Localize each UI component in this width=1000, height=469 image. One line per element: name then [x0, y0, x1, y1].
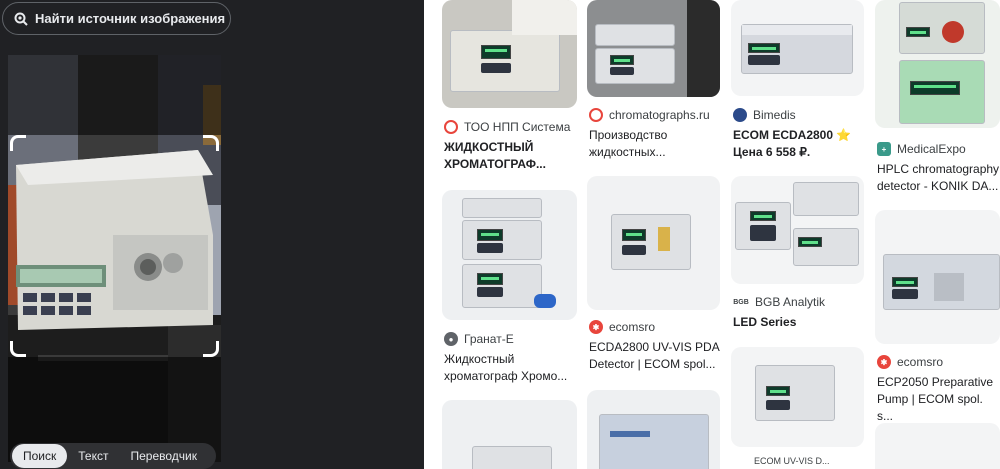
results-grid: ТОО НПП Система ЖИДКОСТНЫЙ ХРОМАТОГРАФ..… [424, 0, 1000, 469]
result-source-11-partial: ECOM UV-VIS D... [754, 456, 830, 466]
result-source-label: chromatographs.ru [609, 108, 710, 122]
result-source-5[interactable]: ● Гранат-Е [444, 332, 514, 346]
result-image-3[interactable] [731, 0, 864, 96]
result-source-4[interactable]: + MedicalExpo [877, 142, 966, 156]
result-image-6[interactable] [587, 176, 720, 310]
result-source-label: BGB Analytik [755, 295, 826, 309]
ecom-logo-icon: ✱ [877, 355, 891, 369]
favicon-hexagon-icon [444, 120, 458, 134]
result-image-1[interactable] [442, 0, 577, 108]
favicon-bimedis-icon [733, 108, 747, 122]
crop-handle-top-left[interactable] [10, 135, 26, 151]
result-title-6[interactable]: ECDA2800 UV-VIS PDA Detector | ECOM spol… [589, 339, 724, 373]
result-title-2[interactable]: Производство жидкостных... [589, 127, 724, 161]
result-title-5[interactable]: Жидкостный хроматограф Хромо... [444, 351, 579, 385]
result-source-1[interactable]: ТОО НПП Система [444, 120, 570, 134]
tab-translate[interactable]: Переводчик [119, 444, 208, 468]
result-source-3[interactable]: Bimedis [733, 108, 796, 122]
result-image-2[interactable] [587, 0, 720, 97]
crop-handle-top-right[interactable] [203, 135, 219, 151]
result-source-label: ecomsro [609, 320, 656, 334]
result-source-label: MedicalExpo [897, 142, 966, 156]
find-image-source-button[interactable]: Найти источник изображения [2, 2, 231, 35]
result-source-7[interactable]: BGB BGB Analytik [733, 295, 825, 309]
result-title-1[interactable]: ЖИДКОСТНЫЙ ХРОМАТОГРАФ... [444, 139, 579, 173]
find-image-source-label: Найти источник изображения [35, 11, 226, 26]
result-source-label: Гранат-Е [464, 332, 514, 346]
result-image-10[interactable] [587, 390, 720, 469]
lens-panel: Найти источник изображения Поиск Текст П… [0, 0, 424, 469]
result-source-8[interactable]: ✱ ecomsro [877, 355, 943, 369]
result-title-8[interactable]: ECP2050 Preparative Pump | ECOM spol. s.… [877, 374, 1000, 425]
result-title-3[interactable]: ECOM ECDA2800 ⭐ Цена 6 558 ₽. [733, 127, 858, 161]
result-source-label: Bimedis [753, 108, 796, 122]
result-title-4[interactable]: HPLC chromatography detector - KONIK DA.… [877, 161, 1000, 195]
crop-handle-bottom-right[interactable] [203, 341, 219, 357]
result-image-4[interactable] [875, 0, 1000, 128]
tab-text[interactable]: Текст [67, 444, 119, 468]
result-source-label: ecomsro [897, 355, 944, 369]
result-image-8[interactable] [875, 210, 1000, 344]
result-title-7[interactable]: LED Series [733, 314, 868, 331]
crop-handle-bottom-left[interactable] [10, 341, 26, 357]
result-image-12[interactable] [875, 423, 1000, 469]
result-source-label: ТОО НПП Система [464, 120, 571, 134]
result-source-6[interactable]: ✱ ecomsro [589, 320, 655, 334]
result-image-11[interactable] [731, 347, 864, 447]
medicalexpo-plus-icon: + [877, 142, 891, 156]
result-image-7[interactable] [731, 176, 864, 284]
lens-mode-tabs: Поиск Текст Переводчик [10, 443, 216, 469]
uploaded-photo[interactable] [8, 55, 221, 462]
ecom-logo-icon: ✱ [589, 320, 603, 334]
result-image-5[interactable] [442, 190, 577, 320]
result-image-9[interactable] [442, 400, 577, 469]
result-source-2[interactable]: chromatographs.ru [589, 108, 710, 122]
bgb-logo-icon: BGB [733, 295, 749, 309]
crop-shade-top [8, 55, 221, 135]
favicon-hexagon-icon [589, 108, 603, 122]
globe-icon: ● [444, 332, 458, 346]
lens-search-icon [13, 11, 29, 27]
tab-search[interactable]: Поиск [12, 444, 68, 468]
